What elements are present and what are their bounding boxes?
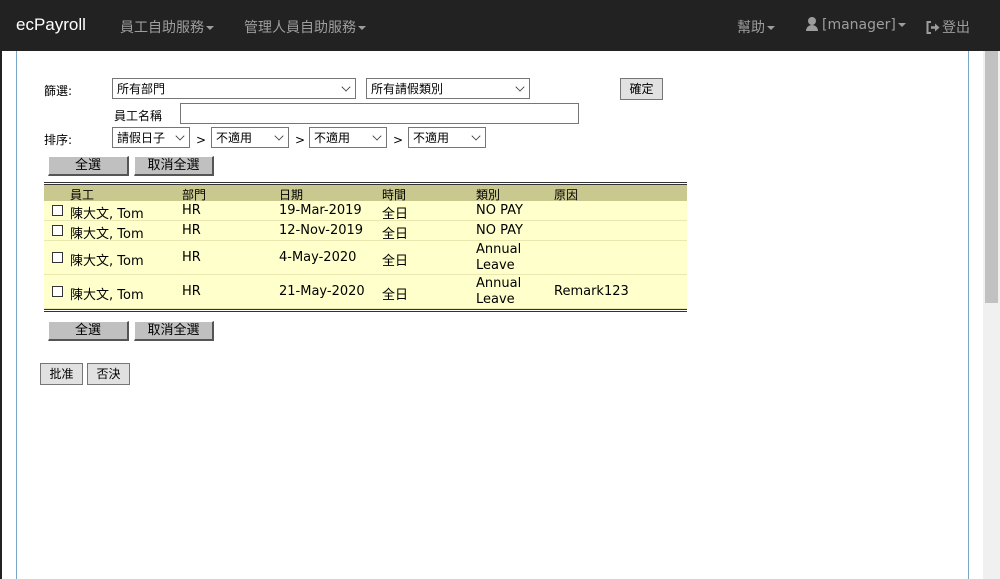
row-employee: 陳大文, Tom: [70, 288, 144, 303]
scrollbar-thumb[interactable]: [985, 51, 998, 303]
help-menu[interactable]: 幫助: [737, 17, 775, 37]
logout-icon: [926, 21, 940, 34]
department-select[interactable]: 所有部門: [112, 78, 356, 99]
leave-type-select-value: 所有請假類別: [371, 82, 444, 96]
row-department: HR: [182, 284, 201, 299]
sort-select-4[interactable]: 不適用: [408, 127, 486, 148]
row-department: HR: [182, 203, 201, 218]
table-row: 陳大文, Tom HR 19-Mar-2019 全日 NO PAY: [44, 201, 687, 222]
chevron-down-icon: [515, 82, 525, 92]
user-label: [manager]: [822, 17, 896, 33]
filter-label: 篩選:: [44, 84, 73, 98]
chevron-down-icon: [471, 131, 481, 141]
select-all-button-top[interactable]: 全選: [48, 156, 129, 176]
table-row: 陳大文, Tom HR 4-May-2020 全日 Annual Leave: [44, 241, 687, 275]
employee-name-input[interactable]: [180, 103, 579, 124]
deselect-all-button-bottom[interactable]: 取消全選: [134, 321, 214, 341]
sort-select-1[interactable]: 請假日子: [112, 127, 190, 148]
row-date: 19-Mar-2019: [279, 203, 362, 218]
row-department: HR: [182, 223, 201, 238]
row-checkbox[interactable]: [52, 252, 63, 263]
confirm-button[interactable]: 確定: [620, 78, 663, 100]
row-employee: 陳大文, Tom: [70, 227, 144, 242]
deselect-all-button-top[interactable]: 取消全選: [134, 156, 214, 176]
row-type: NO PAY: [476, 223, 523, 238]
table-header-row: 員工 部門 日期 時間 類別 原因: [44, 185, 687, 202]
page-edge: [0, 51, 2, 579]
page-scrollbar[interactable]: [983, 51, 1000, 579]
manager-self-service-menu[interactable]: 管理人員自助服務: [244, 17, 366, 37]
caret-down-icon: [206, 26, 214, 30]
row-time: 全日: [382, 288, 409, 303]
sort-label: 排序:: [44, 133, 73, 147]
sort-select-2-value: 不適用: [216, 131, 253, 145]
row-date: 12-Nov-2019: [279, 223, 364, 238]
row-type-line2: Leave: [476, 292, 515, 307]
sort-separator: >: [393, 133, 404, 147]
row-time: 全日: [382, 254, 409, 269]
row-type: Annual: [476, 242, 522, 257]
chevron-down-icon: [341, 82, 351, 92]
sort-select-1-value: 請假日子: [117, 131, 166, 145]
sort-separator: >: [295, 133, 306, 147]
user-icon: [805, 17, 819, 31]
caret-down-icon: [767, 26, 775, 30]
caret-down-icon: [897, 23, 906, 27]
brand-logo[interactable]: ecPayroll: [16, 15, 86, 35]
manager-menu-label: 管理人員自助服務: [244, 20, 356, 36]
sort-select-2[interactable]: 不適用: [211, 127, 289, 148]
caret-down-icon: [358, 26, 366, 30]
table-row: 陳大文, Tom HR 21-May-2020 全日 Annual Leave …: [44, 275, 687, 309]
row-checkbox[interactable]: [52, 205, 63, 216]
logout-link[interactable]: 登出: [926, 17, 970, 37]
row-type: Annual: [476, 276, 522, 291]
employee-menu-label: 員工自助服務: [120, 20, 204, 36]
row-checkbox[interactable]: [52, 286, 63, 297]
approve-button[interactable]: 批准: [40, 363, 83, 385]
top-navbar: ecPayroll 員工自助服務 管理人員自助服務 幫助 [manager] 登…: [0, 0, 1000, 51]
row-employee: 陳大文, Tom: [70, 207, 144, 222]
employee-self-service-menu[interactable]: 員工自助服務: [120, 17, 214, 37]
employee-name-label: 員工名稱: [114, 109, 163, 123]
department-select-value: 所有部門: [117, 82, 166, 96]
chevron-down-icon: [274, 131, 284, 141]
leave-type-select[interactable]: 所有請假類別: [366, 78, 530, 99]
row-type-line2: Leave: [476, 258, 515, 273]
sort-select-3-value: 不適用: [314, 131, 351, 145]
chevron-down-icon: [372, 131, 382, 141]
row-time: 全日: [382, 207, 409, 222]
row-department: HR: [182, 250, 201, 265]
row-reason: Remark123: [554, 284, 629, 299]
table-row: 陳大文, Tom HR 12-Nov-2019 全日 NO PAY: [44, 221, 687, 242]
row-employee: 陳大文, Tom: [70, 254, 144, 269]
help-label: 幫助: [737, 20, 765, 36]
logout-label: 登出: [942, 20, 970, 36]
chevron-down-icon: [175, 131, 185, 141]
sort-select-4-value: 不適用: [413, 131, 450, 145]
reject-button[interactable]: 否決: [87, 363, 130, 385]
row-time: 全日: [382, 227, 409, 242]
table-bottom-border: [44, 309, 687, 312]
row-date: 4-May-2020: [279, 250, 357, 265]
user-menu[interactable]: [manager]: [805, 17, 906, 33]
sort-separator: >: [196, 133, 207, 147]
row-type: NO PAY: [476, 203, 523, 218]
row-checkbox[interactable]: [52, 225, 63, 236]
sort-select-3[interactable]: 不適用: [309, 127, 387, 148]
leave-requests-table: 員工 部門 日期 時間 類別 原因 陳大文, Tom HR 19-Mar-201…: [44, 182, 687, 312]
select-all-button-bottom[interactable]: 全選: [48, 321, 129, 341]
row-date: 21-May-2020: [279, 284, 365, 299]
